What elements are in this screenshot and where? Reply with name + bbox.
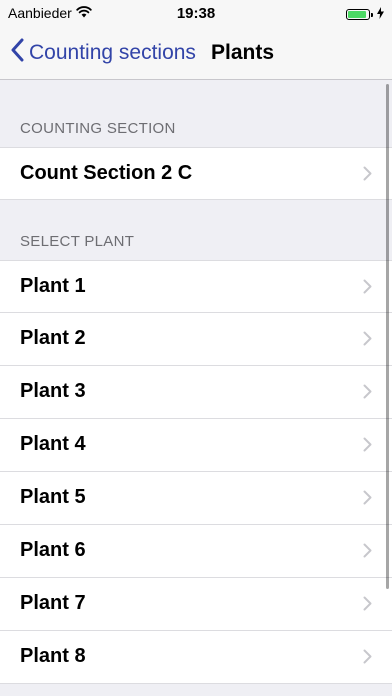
section-header-label: SELECT PLANT [20, 233, 135, 250]
list-item-label: Plant 6 [20, 539, 86, 561]
chevron-right-icon [363, 649, 372, 669]
list-item-plant-4[interactable]: Plant 4 [0, 419, 392, 472]
battery-level [348, 10, 366, 18]
list-item-plant-2[interactable]: Plant 2 [0, 313, 392, 366]
list-item-label: Plant 3 [20, 380, 86, 402]
chevron-right-icon [363, 331, 372, 351]
chevron-right-icon [363, 384, 372, 404]
list-item-label: Plant 7 [20, 592, 86, 614]
app-screen: Aanbieder 19:38 Counting sections Plants… [0, 0, 392, 696]
list-item-label: Plant 1 [20, 275, 86, 297]
table-view[interactable]: COUNTING SECTION Count Section 2 C SELEC… [0, 80, 392, 696]
navigation-bar: Counting sections Plants [0, 28, 392, 80]
battery-icon [346, 8, 373, 20]
section-header-label: COUNTING SECTION [20, 120, 176, 137]
list-item-plant-8[interactable]: Plant 8 [0, 631, 392, 684]
chevron-right-icon [363, 490, 372, 510]
section-header-select-plant: SELECT PLANT [0, 200, 392, 260]
page-title: Plants [211, 41, 275, 64]
list-item-plant-5[interactable]: Plant 5 [0, 472, 392, 525]
back-button[interactable]: Counting sections [10, 38, 196, 68]
chevron-right-icon [363, 437, 372, 457]
status-right [346, 6, 384, 22]
charging-bolt-icon [377, 6, 384, 22]
chevron-left-icon [10, 38, 29, 68]
list-item-label: Plant 8 [20, 645, 86, 667]
list-item-plant-7[interactable]: Plant 7 [0, 578, 392, 631]
list-item-plant-6[interactable]: Plant 6 [0, 525, 392, 578]
scrollbar[interactable] [386, 84, 389, 589]
list-item-label: Plant 5 [20, 486, 86, 508]
chevron-right-icon [363, 543, 372, 563]
list-item-label: Plant 2 [20, 327, 86, 349]
back-button-label: Counting sections [29, 41, 196, 64]
list-item-label: Count Section 2 C [20, 162, 193, 184]
chevron-right-icon [363, 166, 372, 186]
list-item-label: Plant 4 [20, 433, 86, 455]
list-item-counting-section[interactable]: Count Section 2 C [0, 147, 392, 200]
status-bar: Aanbieder 19:38 [0, 0, 392, 28]
chevron-right-icon [363, 279, 372, 299]
chevron-right-icon [363, 596, 372, 616]
list-item-plant-3[interactable]: Plant 3 [0, 366, 392, 419]
section-header-counting-section: COUNTING SECTION [0, 80, 392, 147]
list-item-plant-1[interactable]: Plant 1 [0, 260, 392, 313]
status-time: 19:38 [176, 5, 216, 22]
